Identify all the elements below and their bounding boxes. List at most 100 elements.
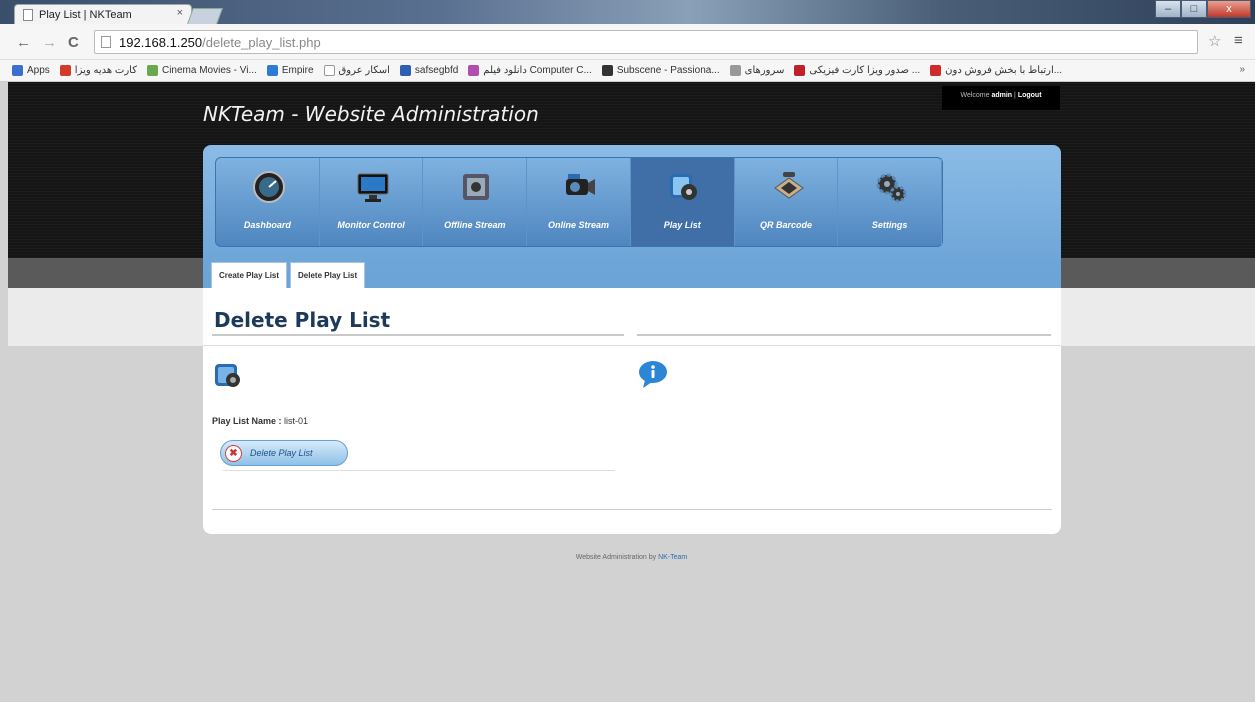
bookmark-label: Empire bbox=[281, 65, 314, 76]
bookmark-icon bbox=[794, 65, 806, 76]
browser-tab[interactable]: Play List | NKTeam × bbox=[14, 4, 192, 24]
bookmark-label: صدور ویزا کارت فیزیکی ... bbox=[809, 65, 921, 76]
bookmark-item[interactable]: Empire bbox=[266, 65, 314, 76]
bookmark-item[interactable]: safsegbfd bbox=[399, 65, 459, 76]
bookmark-icon bbox=[930, 65, 942, 76]
welcome-prefix: Welcome bbox=[960, 92, 992, 99]
footer: Website Administration by NK-Team bbox=[8, 554, 1255, 561]
bookmark-item[interactable]: Subscene - Passiona... bbox=[601, 65, 720, 76]
footer-link[interactable]: NK-Team bbox=[658, 554, 687, 561]
tab-delete-play-list[interactable]: Delete Play List bbox=[290, 262, 366, 288]
footer-text: Website Administration by bbox=[575, 554, 659, 561]
nav-item-label: Offline Stream bbox=[444, 220, 506, 230]
divider bbox=[203, 345, 1061, 346]
nav-item-qr-barcode[interactable]: QR Barcode bbox=[735, 158, 839, 246]
play-list-name-field: Play List Name : list-01 bbox=[212, 416, 308, 426]
bookmarks-bar: Apps کارت هدیه ویزا Cinema Movies - Vi... E… bbox=[0, 60, 1255, 82]
bookmark-label: دانلود فیلم Computer C... bbox=[483, 65, 592, 76]
reload-icon[interactable]: C bbox=[68, 34, 79, 51]
bookmark-icon bbox=[59, 65, 71, 76]
nav-item-play-list[interactable]: Play List bbox=[630, 158, 735, 246]
maximize-button[interactable]: □ bbox=[1181, 0, 1207, 18]
info-speech-bubble-icon bbox=[639, 361, 667, 388]
url-host: 192.168.1.250 bbox=[119, 34, 203, 50]
tab-close-icon[interactable]: × bbox=[177, 7, 183, 19]
admin-site: NKTeam - Website Administration Welcome … bbox=[8, 82, 1255, 702]
bookmark-label: safsegbfd bbox=[414, 65, 459, 76]
bookmark-item[interactable]: Apps bbox=[12, 65, 50, 76]
nav-item-online-stream[interactable]: Online Stream bbox=[527, 158, 631, 246]
nav-item-label: Monitor Control bbox=[337, 220, 405, 230]
browser-tabstrip: Play List | NKTeam × – □ x bbox=[0, 0, 1255, 24]
forward-arrow-icon[interactable]: → bbox=[42, 34, 57, 51]
site-title: NKTeam - Website Administration bbox=[203, 102, 539, 126]
logout-link[interactable]: Logout bbox=[1018, 92, 1042, 99]
right-column bbox=[637, 358, 1051, 393]
page-title: Delete Play List bbox=[214, 308, 391, 332]
bookmark-item[interactable]: ارتباط با بخش فروش دون... bbox=[930, 65, 1062, 76]
bookmark-item[interactable]: دانلود فیلم Computer C... bbox=[468, 65, 592, 76]
subtabs: Create Play List Delete Play List bbox=[211, 262, 368, 288]
welcome-user: admin bbox=[991, 92, 1013, 99]
welcome-box: Welcome admin | Logout bbox=[942, 86, 1060, 110]
bookmark-label: ارتباط با بخش فروش دون... bbox=[945, 65, 1063, 76]
address-bar[interactable]: 192.168.1.250 /delete_play_list.php bbox=[94, 30, 1198, 54]
bookmark-star-icon[interactable]: ☆ bbox=[1208, 32, 1221, 50]
tab-title: Play List | NKTeam bbox=[39, 8, 132, 21]
nav-item-offline-stream[interactable]: Offline Stream bbox=[423, 158, 528, 246]
nav-item-label: Dashboard bbox=[243, 220, 291, 230]
bookmark-icon bbox=[323, 65, 335, 76]
delete-x-icon: ✖ bbox=[225, 444, 242, 462]
bookmark-label: کارت هدیه ویزا bbox=[74, 65, 137, 76]
delete-play-list-button[interactable]: ✖ Delete Play List bbox=[220, 440, 348, 466]
divider bbox=[212, 334, 624, 336]
film-reel-icon bbox=[463, 174, 490, 200]
divider bbox=[212, 509, 1052, 510]
barcode-scanner-icon bbox=[773, 172, 804, 199]
tab-create-play-list[interactable]: Create Play List bbox=[211, 262, 288, 288]
bookmark-item[interactable]: سرورهای bbox=[729, 65, 785, 76]
divider bbox=[637, 334, 1051, 336]
video-camera-icon bbox=[566, 174, 596, 195]
bookmark-item[interactable]: صدور ویزا کارت فیزیکی ... bbox=[794, 65, 920, 76]
bookmark-label: سرورهای bbox=[744, 65, 785, 76]
bookmark-label: Cinema Movies - Vi... bbox=[161, 65, 257, 76]
gears-icon bbox=[876, 173, 907, 203]
page-icon bbox=[23, 8, 33, 21]
monitor-icon bbox=[357, 173, 389, 202]
divider bbox=[223, 470, 615, 471]
back-arrow-icon[interactable]: ← bbox=[16, 34, 31, 51]
nav-item-monitor-control[interactable]: Monitor Control bbox=[320, 158, 424, 246]
new-tab-button[interactable] bbox=[187, 8, 223, 24]
bookmarks-overflow-icon[interactable]: » bbox=[1239, 64, 1245, 75]
playlist-media-icon bbox=[669, 174, 697, 200]
bookmark-item[interactable]: Cinema Movies - Vi... bbox=[146, 65, 257, 76]
field-value: list-01 bbox=[284, 416, 309, 426]
nav-item-dashboard[interactable]: Dashboard bbox=[216, 158, 320, 246]
bookmark-icon bbox=[468, 65, 480, 76]
minimize-button[interactable]: – bbox=[1155, 0, 1181, 18]
playlist-media-icon bbox=[215, 364, 240, 387]
bookmark-label: Subscene - Passiona... bbox=[616, 65, 720, 76]
bookmark-icon bbox=[146, 65, 158, 76]
content-area: Delete Play List Play List Name: list-0… bbox=[203, 288, 1061, 534]
bookmark-icon bbox=[399, 65, 411, 76]
browser-toolbar: ← → C 192.168.1.250 /delete_play_list.ph… bbox=[0, 24, 1255, 60]
field-label: Play List Name : bbox=[212, 416, 285, 426]
bookmark-item[interactable]: کارت هدیه ویزا bbox=[59, 65, 137, 76]
url-path: /delete_play_list.php bbox=[202, 34, 321, 50]
left-column bbox=[212, 358, 624, 393]
bookmark-icon bbox=[601, 65, 613, 76]
nav-item-label: Play List bbox=[663, 220, 701, 230]
nav-item-label: QR Barcode bbox=[759, 220, 812, 230]
bookmark-label: Apps bbox=[27, 65, 50, 76]
close-window-button[interactable]: x bbox=[1207, 0, 1251, 18]
delete-button-label: Delete Play List bbox=[250, 448, 313, 458]
nav-item-label: Online Stream bbox=[548, 220, 610, 230]
page-icon bbox=[101, 36, 111, 48]
browser-menu-icon[interactable]: ≡ bbox=[1234, 32, 1243, 49]
nav-item-settings[interactable]: Settings bbox=[838, 158, 943, 246]
bookmark-icon bbox=[729, 65, 741, 76]
bookmark-icon bbox=[12, 65, 23, 76]
bookmark-item[interactable]: اسکار عروق bbox=[323, 65, 390, 76]
